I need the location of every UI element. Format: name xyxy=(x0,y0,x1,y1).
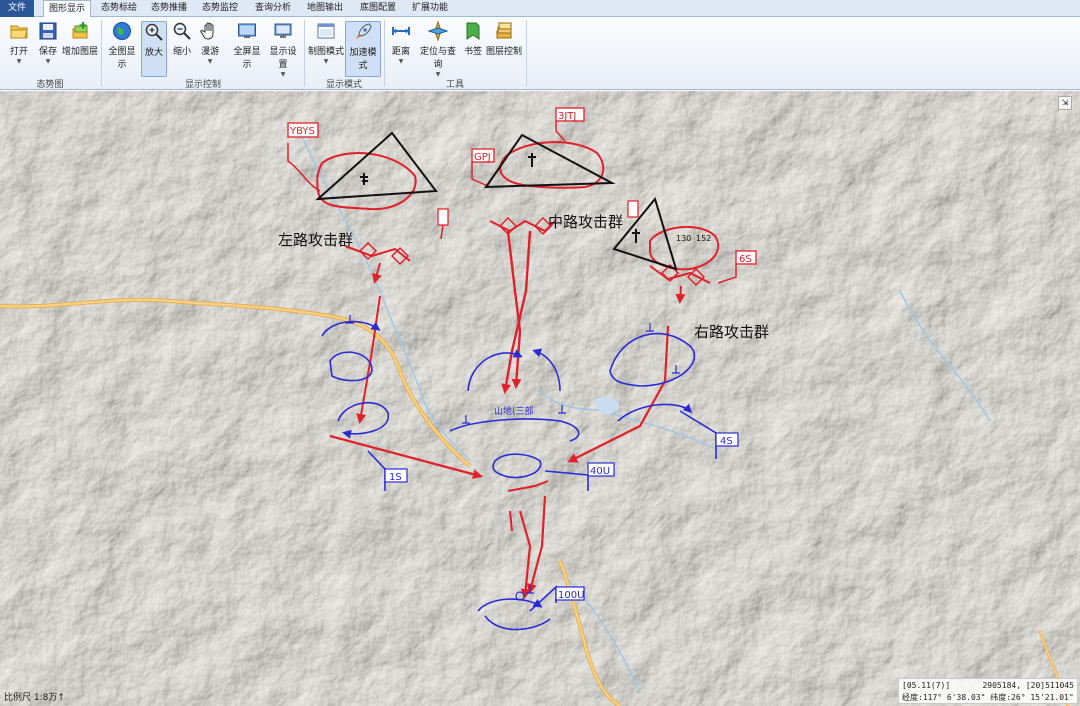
flag-ybys-label: YBYS xyxy=(289,126,315,137)
zoom-out-icon xyxy=(173,22,191,40)
locate-query-button[interactable]: 定位与查询 ▼ xyxy=(416,21,460,78)
ruler-icon xyxy=(392,27,410,35)
monitor-icon xyxy=(274,23,292,38)
add-layer-button[interactable]: 增加图层 xyxy=(62,21,98,77)
flag-4s-label: 4S xyxy=(720,436,733,447)
coord-lonlat: 经度:117° 6'38.03" 纬度:26° 15'21.01" xyxy=(902,693,1074,702)
center-group-label: 中路攻击群 xyxy=(548,213,623,231)
tab-map-output[interactable]: 地图输出 xyxy=(301,0,349,17)
collapse-toggle[interactable]: ⇲ xyxy=(1058,96,1072,110)
hand-icon xyxy=(200,22,214,40)
map-text-layer: 左路攻击群 中路攻击群 右路攻击群 山地(三部 YBYS GPJ 3JTJ 6S… xyxy=(278,111,769,601)
tab-basemap-config[interactable]: 底图配置 xyxy=(354,0,402,17)
scale-readout: 比例尺 1:8万↑ xyxy=(4,693,65,703)
tab-situation-plot[interactable]: 态势标绘 xyxy=(95,0,143,17)
flag-gpj-label: GPJ xyxy=(474,152,491,163)
bookmark-icon xyxy=(466,22,480,40)
folder-open-icon xyxy=(10,25,28,39)
flag-100u-label: 100U xyxy=(558,590,584,601)
pan-button[interactable]: 漫游 ▼ xyxy=(197,21,223,77)
coord-zoom: [05.11(7)] xyxy=(902,681,951,690)
tab-situation-push[interactable]: 态势推播 xyxy=(145,0,193,17)
layers-icon xyxy=(496,22,512,39)
flag-6s-label: 6S xyxy=(739,254,752,265)
rocket-icon xyxy=(356,23,372,39)
draw-mode-button[interactable]: 制图模式 ▼ xyxy=(308,21,344,77)
zoom-in-icon xyxy=(145,23,163,41)
save-button[interactable]: 保存 ▼ xyxy=(35,21,61,77)
coordinate-readout: [05.11(7)] 2905184, [20]511045 经度:117° 6… xyxy=(898,678,1078,704)
globe-icon xyxy=(113,22,131,40)
zoom-in-button[interactable]: 放大 xyxy=(141,21,167,77)
flag-1s-label: 1S xyxy=(389,472,402,483)
distance-button[interactable]: 距离 ▼ xyxy=(388,21,414,77)
tab-file[interactable]: 文件 xyxy=(0,0,34,17)
map-canvas[interactable]: 左路攻击群 中路攻击群 右路攻击群 山地(三部 YBYS GPJ 3JTJ 6S… xyxy=(0,91,1080,706)
add-layer-icon xyxy=(72,22,88,39)
tab-graphic-display[interactable]: 图形显示 xyxy=(43,0,91,18)
right-group-label: 右路攻击群 xyxy=(694,323,769,341)
group-label-situation: 态势图 xyxy=(36,80,64,90)
tab-query-analysis[interactable]: 查询分析 xyxy=(249,0,297,17)
coord-grid: 2905184, [20]511045 xyxy=(982,681,1074,690)
ribbon-tab-bar: 文件 图形显示 态势标绘 态势推播 态势监控 查询分析 地图输出 底图配置 扩展… xyxy=(0,0,1080,18)
full-view-button[interactable]: 全图显示 xyxy=(105,21,139,77)
number-152: 152 xyxy=(696,234,711,243)
bookmark-button[interactable]: 书签 xyxy=(462,21,484,77)
compass-icon xyxy=(428,21,448,41)
window-icon xyxy=(317,23,335,39)
layer-control-button[interactable]: 图层控制 xyxy=(486,21,522,77)
zoom-out-button[interactable]: 缩小 xyxy=(170,21,194,77)
flag-40u-label: 40U xyxy=(590,466,610,477)
open-button[interactable]: 打开 ▼ xyxy=(6,21,32,77)
group-label-display-mode: 显示模式 xyxy=(325,80,362,90)
group-label-display-control: 显示控制 xyxy=(184,80,221,90)
tab-extensions[interactable]: 扩展功能 xyxy=(406,0,454,17)
group-separator xyxy=(526,20,527,86)
display-settings-button[interactable]: 显示设置 ▼ xyxy=(266,21,300,78)
accel-mode-button[interactable]: 加速模式 xyxy=(345,21,381,77)
flag-3jtj-label: 3JTJ xyxy=(558,111,576,122)
floppy-disk-icon xyxy=(39,22,57,40)
center-enemy-label: 山地(三部 xyxy=(494,405,534,417)
number-130: 130 xyxy=(676,234,691,243)
group-label-tools: 工具 xyxy=(445,80,464,90)
left-group-label: 左路攻击群 xyxy=(278,231,353,249)
tab-situation-monitor[interactable]: 态势监控 xyxy=(196,0,244,17)
fullscreen-icon xyxy=(238,23,256,38)
ribbon-toolbar: 打开 ▼ 保存 ▼ 增加图层 态势图 全图显示 放大 缩小 漫游 ▼ 全屏显示 显示设… xyxy=(0,17,1080,90)
fullscreen-button[interactable]: 全屏显示 xyxy=(230,21,264,77)
